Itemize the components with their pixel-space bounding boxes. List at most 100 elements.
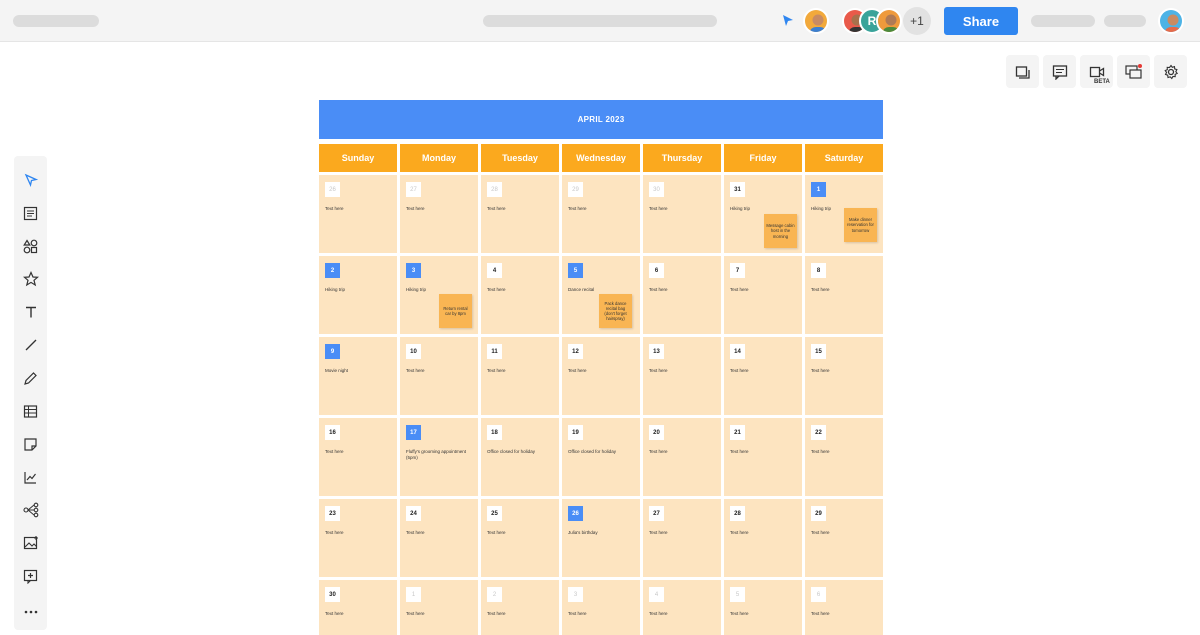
event-text[interactable]: Text here <box>730 368 800 374</box>
text-block-icon[interactable] <box>14 199 47 227</box>
event-text[interactable]: Text here <box>325 530 395 536</box>
calendar-cell[interactable]: 24 Text here <box>400 499 478 577</box>
event-text[interactable]: Text here <box>649 206 719 212</box>
event-text[interactable]: Hiking trip <box>325 287 395 293</box>
calendar-cell[interactable]: 23 Text here <box>319 499 397 577</box>
event-text[interactable]: Text here <box>730 611 800 617</box>
calendar-cell[interactable]: 16 Text here <box>319 418 397 496</box>
settings-icon[interactable] <box>1154 55 1187 88</box>
board-menu-placeholder[interactable] <box>13 15 99 27</box>
share-button[interactable]: Share <box>944 7 1018 35</box>
calendar-cell[interactable]: 29 Text here <box>562 175 640 253</box>
day-header[interactable]: Saturday <box>805 144 883 172</box>
chat-icon[interactable] <box>1117 55 1150 88</box>
sticky-note[interactable]: Message cabin host in the morning <box>764 214 797 248</box>
calendar-cell[interactable]: 30 Text here <box>643 175 721 253</box>
event-text[interactable]: Text here <box>325 611 395 617</box>
more-collaborators-badge[interactable]: +1 <box>903 7 931 35</box>
calendar-cell[interactable]: 8 Text here <box>805 256 883 334</box>
day-header[interactable]: Thursday <box>643 144 721 172</box>
sticky-note[interactable]: Pack dance recital bag (don't forget hai… <box>599 294 632 328</box>
calendar-cell[interactable]: 27 Text here <box>400 175 478 253</box>
event-text[interactable]: Text here <box>406 611 476 617</box>
event-text[interactable]: Text here <box>730 449 800 455</box>
pen-icon[interactable] <box>14 364 47 392</box>
more-tools-icon[interactable] <box>14 598 47 626</box>
calendar-cell[interactable]: 4 Text here <box>643 580 721 635</box>
event-text[interactable]: Text here <box>568 368 638 374</box>
calendar-cell[interactable]: 19 Office closed for holiday <box>562 418 640 496</box>
day-header[interactable]: Monday <box>400 144 478 172</box>
frames-icon[interactable] <box>1006 55 1039 88</box>
event-text[interactable]: Text here <box>649 530 719 536</box>
event-text[interactable]: Text here <box>487 530 557 536</box>
sticky-note[interactable]: Return rental car by 8pm <box>439 294 472 328</box>
calendar-cell[interactable]: 9 Movie night <box>319 337 397 415</box>
calendar-cell[interactable]: 29 Text here <box>805 499 883 577</box>
calendar-cell[interactable]: 1 Text here <box>400 580 478 635</box>
calendar-cell[interactable]: 17 Fluffy's grooming appointment (5pm) <box>400 418 478 496</box>
calendar-cell[interactable]: 30 Text here <box>319 580 397 635</box>
add-frame-icon[interactable] <box>14 562 47 590</box>
event-text[interactable]: Text here <box>325 206 395 212</box>
calendar-cell[interactable]: 20 Text here <box>643 418 721 496</box>
event-text[interactable]: Text here <box>811 449 881 455</box>
event-text[interactable]: Dance recital <box>568 287 638 293</box>
event-text[interactable]: Text here <box>325 449 395 455</box>
board-title-placeholder[interactable] <box>483 15 717 27</box>
event-text[interactable]: Hiking trip <box>406 287 476 293</box>
event-text[interactable]: Text here <box>406 530 476 536</box>
text-tool-icon[interactable] <box>14 298 47 326</box>
calendar-cell[interactable]: 22 Text here <box>805 418 883 496</box>
day-header[interactable]: Friday <box>724 144 802 172</box>
calendar-cell[interactable]: 18 Office closed for holiday <box>481 418 559 496</box>
table-icon[interactable] <box>14 397 47 425</box>
event-text[interactable]: Text here <box>730 287 800 293</box>
event-text[interactable]: Office closed for holiday <box>568 449 638 455</box>
calendar-cell[interactable]: 25 Text here <box>481 499 559 577</box>
event-text[interactable]: Text here <box>487 368 557 374</box>
event-text[interactable]: Julia's birthday <box>568 530 638 536</box>
event-text[interactable]: Text here <box>730 530 800 536</box>
line-tool-icon[interactable] <box>14 331 47 359</box>
avatar[interactable] <box>803 8 829 34</box>
event-text[interactable]: Text here <box>487 206 557 212</box>
calendar-cell[interactable]: 11 Text here <box>481 337 559 415</box>
calendar-cell[interactable]: 10 Text here <box>400 337 478 415</box>
event-text[interactable]: Text here <box>649 449 719 455</box>
calendar-cell[interactable]: 3 Text here <box>562 580 640 635</box>
shapes-icon[interactable] <box>14 232 47 260</box>
toolbar-placeholder[interactable] <box>1104 15 1146 27</box>
event-text[interactable]: Text here <box>649 611 719 617</box>
calendar-cell[interactable]: 4 Text here <box>481 256 559 334</box>
calendar-cell[interactable]: 27 Text here <box>643 499 721 577</box>
day-header[interactable]: Tuesday <box>481 144 559 172</box>
calendar-cell[interactable]: 6 Text here <box>805 580 883 635</box>
sticky-note[interactable]: Make dinner reservation for tomorrow <box>844 208 877 242</box>
event-text[interactable]: Hiking trip <box>730 206 800 212</box>
calendar-cell[interactable]: 28 Text here <box>481 175 559 253</box>
calendar-cell[interactable]: 26 Text here <box>319 175 397 253</box>
event-text[interactable]: Text here <box>568 206 638 212</box>
event-text[interactable]: Text here <box>406 368 476 374</box>
calendar-cell[interactable]: 26 Julia's birthday <box>562 499 640 577</box>
calendar-cell[interactable]: 2 Text here <box>481 580 559 635</box>
calendar-cell[interactable]: 13 Text here <box>643 337 721 415</box>
calendar-cell[interactable]: 15 Text here <box>805 337 883 415</box>
calendar-cell[interactable]: 5 Text here <box>724 580 802 635</box>
day-header[interactable]: Sunday <box>319 144 397 172</box>
select-tool-icon[interactable] <box>14 166 47 194</box>
image-upload-icon[interactable] <box>14 529 47 557</box>
event-text[interactable]: Text here <box>568 611 638 617</box>
event-text[interactable]: Office closed for holiday <box>487 449 557 455</box>
comments-icon[interactable] <box>1043 55 1076 88</box>
event-text[interactable]: Fluffy's grooming appointment (5pm) <box>406 449 476 461</box>
calendar-cell[interactable]: 6 Text here <box>643 256 721 334</box>
calendar-cell[interactable]: 12 Text here <box>562 337 640 415</box>
event-text[interactable]: Text here <box>649 287 719 293</box>
event-text[interactable]: Text here <box>487 611 557 617</box>
calendar-cell[interactable]: 28 Text here <box>724 499 802 577</box>
sticky-note-icon[interactable] <box>14 430 47 458</box>
event-text[interactable]: Text here <box>406 206 476 212</box>
event-text[interactable]: Text here <box>649 368 719 374</box>
